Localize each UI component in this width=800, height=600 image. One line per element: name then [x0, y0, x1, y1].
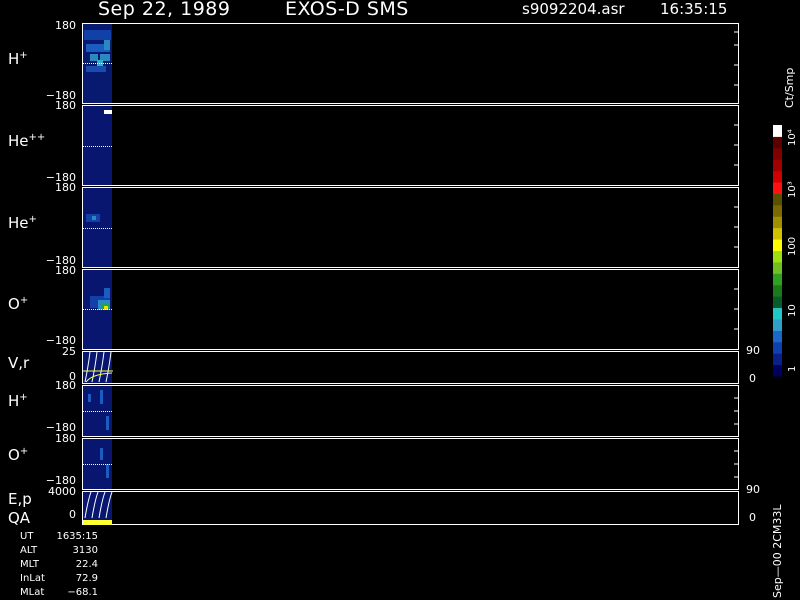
colorbar-swatch [773, 125, 782, 137]
colorbar-swatch [773, 250, 782, 263]
spectrogram-oplus-bot [83, 439, 113, 489]
panel-frame-vr [82, 351, 739, 384]
stat-key: InLat [20, 573, 45, 584]
rtick-max: 90 [746, 483, 760, 496]
panel-frame-oplus [82, 269, 739, 350]
stat-value: 22.4 [75, 559, 98, 570]
panel-label-qa: QA [8, 509, 31, 527]
panel-frame-hplus-bot [82, 385, 739, 437]
colorbar-tick: 10 [787, 304, 798, 317]
colorbar-swatch [773, 284, 782, 297]
ytick-max: 180 [55, 432, 76, 445]
ytick-max: 180 [55, 99, 76, 112]
panel-frame-hepp [82, 105, 739, 186]
stat-key: ALT [20, 545, 38, 556]
panel-label-oplus-bot: O+ [8, 446, 29, 464]
rtick-min: 0 [749, 372, 756, 385]
colorbar-swatch [773, 273, 782, 286]
ytick-max: 4000 [48, 485, 76, 498]
panel-label-heplus: He+ [8, 214, 37, 232]
panel-label-ep: E,p [8, 490, 32, 508]
spectrogram-hplus-top [83, 24, 113, 103]
trace-vr [83, 351, 113, 383]
stat-value: 3130 [72, 545, 98, 556]
panel-label-hplus-top: H+ [8, 50, 28, 68]
colorbar-tick: 1 [787, 365, 798, 372]
colorbar [773, 125, 782, 377]
colorbar-swatch [773, 296, 782, 309]
colorbar-swatch [773, 193, 782, 206]
spectrogram-hepp [83, 106, 113, 185]
rtick-max: 90 [746, 344, 760, 357]
side-note: Sep—00 2CM33L [771, 504, 784, 598]
panel-label-hepp: He++ [8, 132, 46, 150]
colorbar-swatch [773, 239, 782, 251]
ytick-min: 0 [69, 508, 76, 521]
ytick-max: 180 [55, 379, 76, 392]
spectrogram-oplus [83, 270, 113, 349]
colorbar-swatch [773, 159, 782, 172]
colorbar-tick: 10³ [787, 181, 798, 198]
colorbar-tick: 10⁴ [787, 129, 798, 146]
panel-frame-hplus-top [82, 23, 739, 104]
colorbar-swatch [773, 261, 782, 274]
stat-value: 1635:15 [56, 531, 98, 542]
qa-bar [83, 520, 112, 525]
panel-frame-oplus-bot [82, 438, 739, 490]
colorbar-swatch [773, 318, 782, 331]
panel-label-hplus-bot: H+ [8, 392, 28, 410]
colorbar-swatch [773, 227, 782, 240]
stat-value: −68.1 [67, 587, 98, 598]
panel-label-oplus: O+ [8, 295, 29, 313]
ytick-max: 25 [62, 345, 76, 358]
spectrogram-heplus [83, 188, 113, 267]
colorbar-swatch [773, 204, 782, 217]
colorbar-unit: Ct/Smp [783, 67, 796, 108]
colorbar-swatch [773, 216, 782, 229]
plot-canvas [82, 23, 782, 525]
colorbar-swatch [773, 330, 782, 343]
colorbar-swatch [773, 170, 782, 183]
colorbar-swatch [773, 136, 782, 149]
panel-label-vr: V,r [8, 354, 30, 372]
stat-key: UT [20, 531, 34, 542]
colorbar-tick: 100 [787, 236, 798, 256]
colorbar-swatch [773, 147, 782, 160]
panel-frame-heplus [82, 187, 739, 268]
stat-key: MLat [20, 587, 45, 598]
colorbar-swatch [773, 182, 782, 194]
panel-frame-ep [82, 491, 739, 525]
stat-value: 72.9 [75, 573, 98, 584]
spectrogram-hplus-bot [83, 386, 113, 436]
trace-ep [83, 491, 113, 525]
ytick-max: 180 [55, 19, 76, 32]
colorbar-swatch [773, 307, 782, 320]
ytick-max: 180 [55, 264, 76, 277]
ytick-max: 180 [55, 181, 76, 194]
stat-key: MLT [20, 559, 39, 570]
